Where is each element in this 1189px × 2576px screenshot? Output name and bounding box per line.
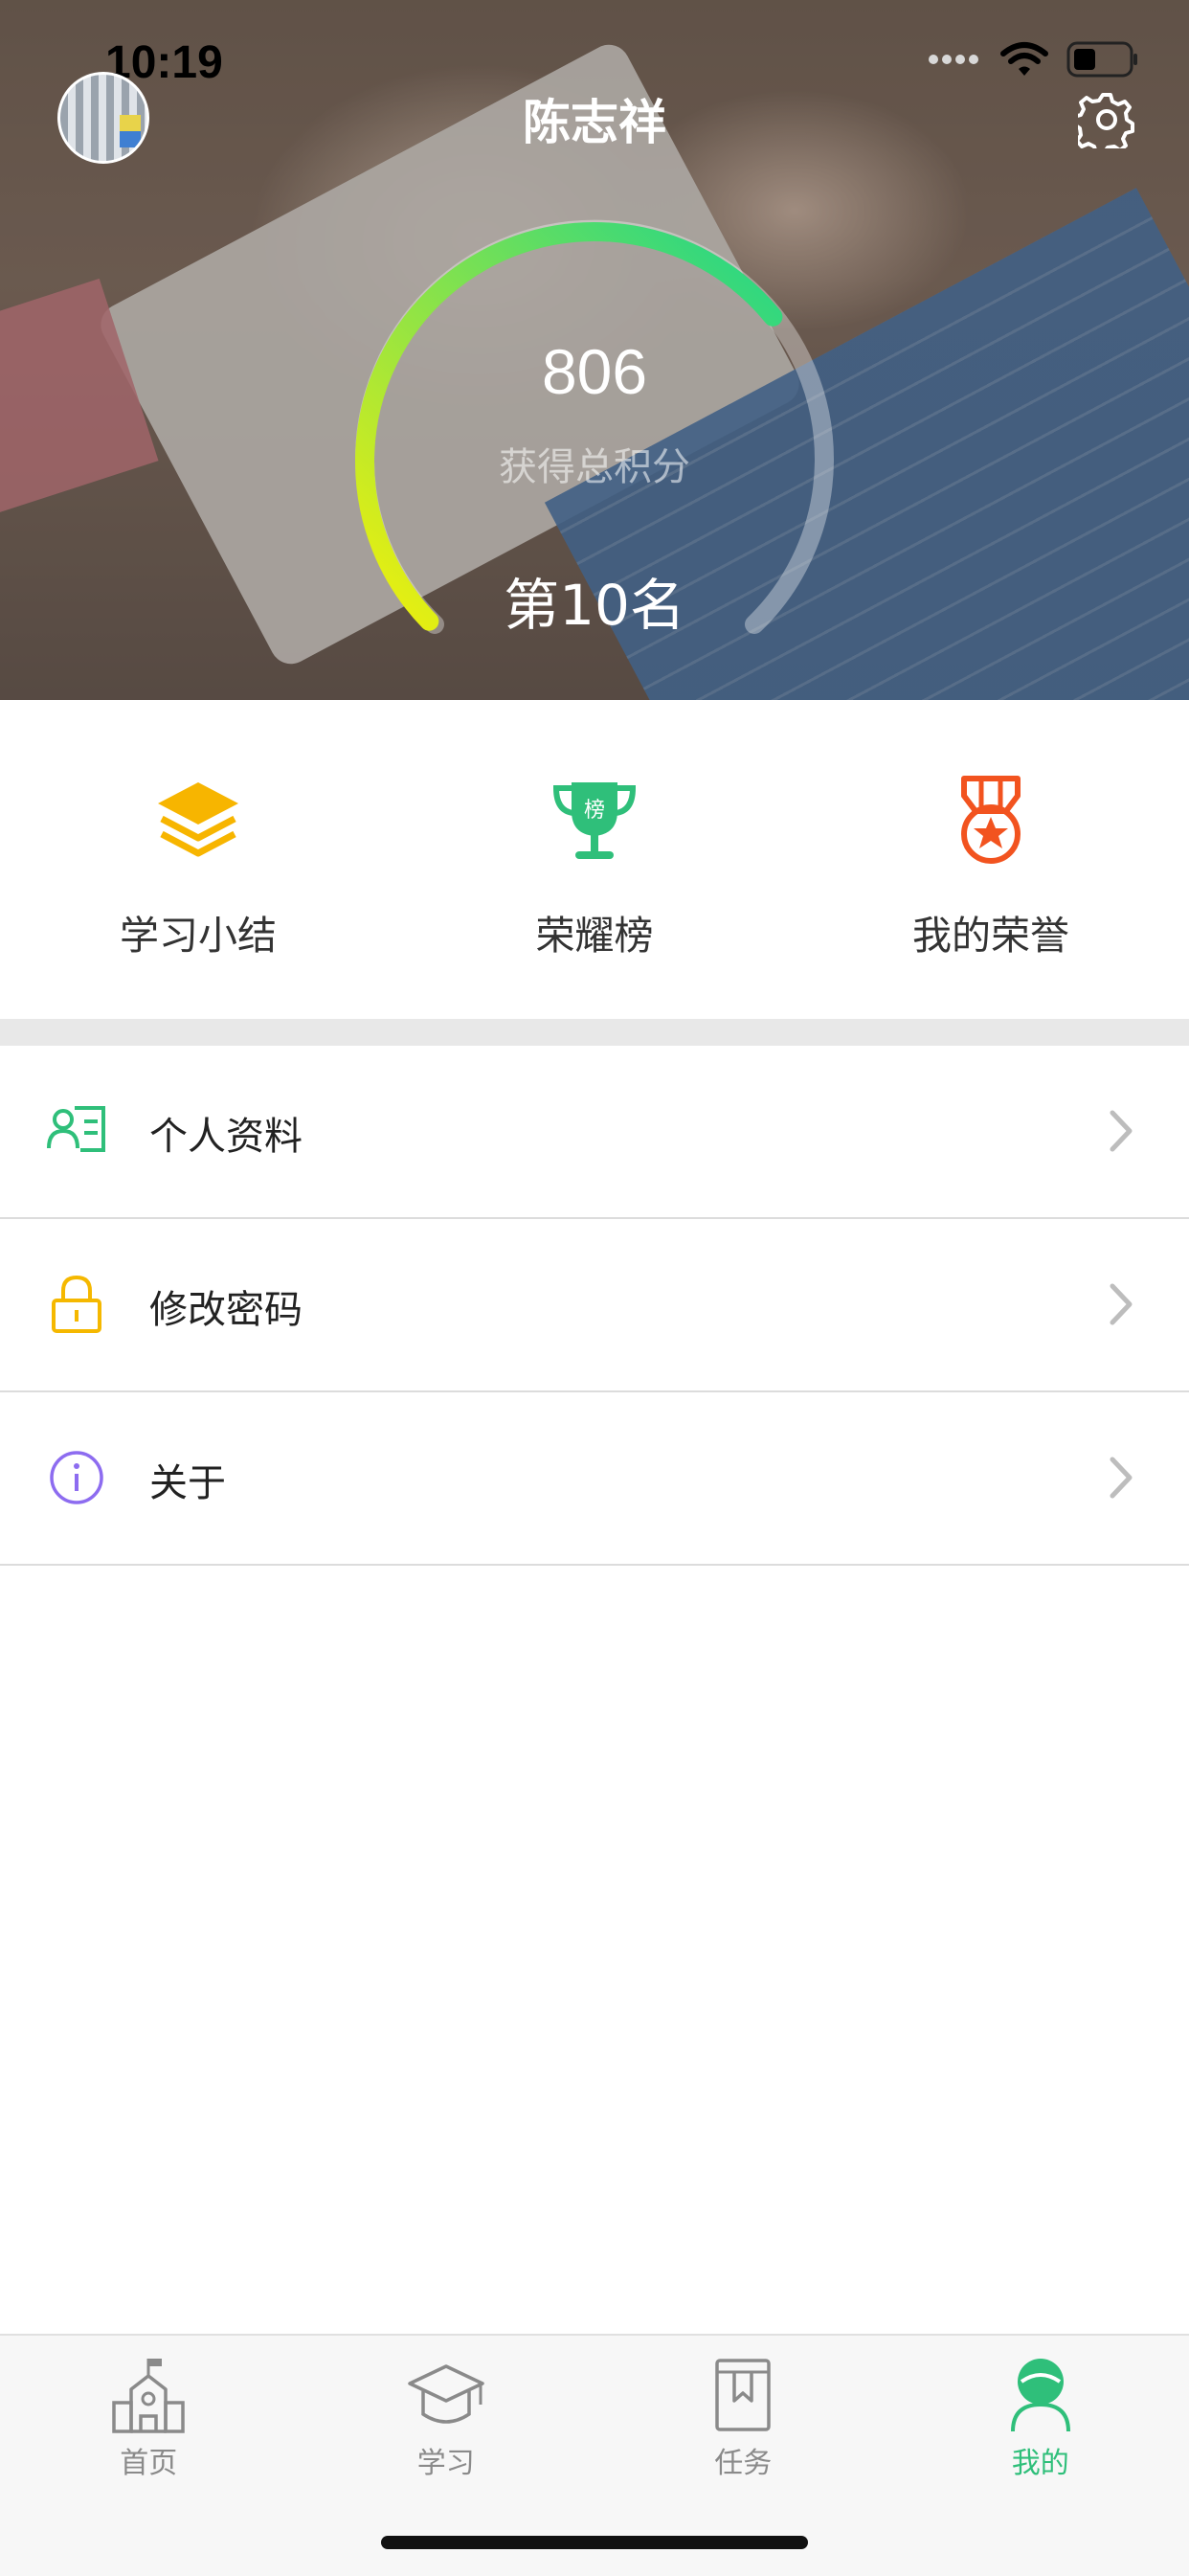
quick-links: 学习小结 榜 荣耀榜 我的荣誉 <box>0 700 1189 1019</box>
quick-link-study-summary[interactable]: 学习小结 <box>0 700 396 1019</box>
quick-link-label: 荣耀榜 <box>396 903 793 960</box>
user-name: 陈志祥 <box>0 84 1189 153</box>
quick-link-my-honors[interactable]: 我的荣誉 <box>793 700 1189 1019</box>
rank-text: 第10名 <box>0 560 1189 641</box>
info-icon <box>46 1447 107 1508</box>
school-icon <box>110 2355 187 2435</box>
chevron-right-icon <box>1107 1456 1135 1500</box>
settings-gear-icon[interactable] <box>1078 91 1135 148</box>
layers-icon <box>152 775 244 861</box>
lock-icon <box>46 1274 107 1335</box>
chevron-right-icon <box>1107 1282 1135 1326</box>
medal-icon <box>953 775 1029 867</box>
tab-mine[interactable]: 我的 <box>892 2336 1189 2508</box>
tab-home[interactable]: 首页 <box>0 2336 298 2508</box>
quick-link-honor-board[interactable]: 榜 荣耀榜 <box>396 700 793 1019</box>
settings-menu: 个人资料 修改密码 关于 <box>0 1046 1189 1566</box>
bookmark-book-icon <box>709 2355 776 2435</box>
menu-item-change-password[interactable]: 修改密码 <box>0 1219 1189 1392</box>
quick-link-label: 学习小结 <box>0 903 396 960</box>
menu-item-label: 个人资料 <box>149 1105 303 1161</box>
tab-label: 学习 <box>298 2439 595 2481</box>
quick-link-label: 我的荣誉 <box>793 903 1189 960</box>
tab-study[interactable]: 学习 <box>298 2336 595 2508</box>
chevron-right-icon <box>1107 1109 1135 1153</box>
total-score-label: 获得总积分 <box>0 436 1189 491</box>
tab-label: 任务 <box>594 2439 892 2481</box>
section-separator <box>0 1019 1189 1046</box>
total-score: 806 <box>0 335 1189 408</box>
status-icons <box>927 40 1139 79</box>
tab-tasks[interactable]: 任务 <box>594 2336 892 2508</box>
tab-label: 我的 <box>892 2439 1189 2481</box>
signal-icon <box>927 53 982 66</box>
menu-item-about[interactable]: 关于 <box>0 1392 1189 1566</box>
wifi-icon <box>999 40 1049 79</box>
trophy-badge-text: 榜 <box>584 799 605 823</box>
user-icon <box>1007 2355 1074 2435</box>
profile-card-icon <box>46 1100 107 1162</box>
menu-item-profile[interactable]: 个人资料 <box>0 1046 1189 1219</box>
trophy-icon: 榜 <box>547 775 642 867</box>
graduation-cap-icon <box>406 2355 486 2435</box>
menu-item-label: 修改密码 <box>149 1278 303 1334</box>
tab-label: 首页 <box>0 2439 298 2481</box>
home-indicator[interactable] <box>381 2536 808 2549</box>
menu-item-label: 关于 <box>149 1452 226 1507</box>
battery-icon <box>1066 41 1139 78</box>
